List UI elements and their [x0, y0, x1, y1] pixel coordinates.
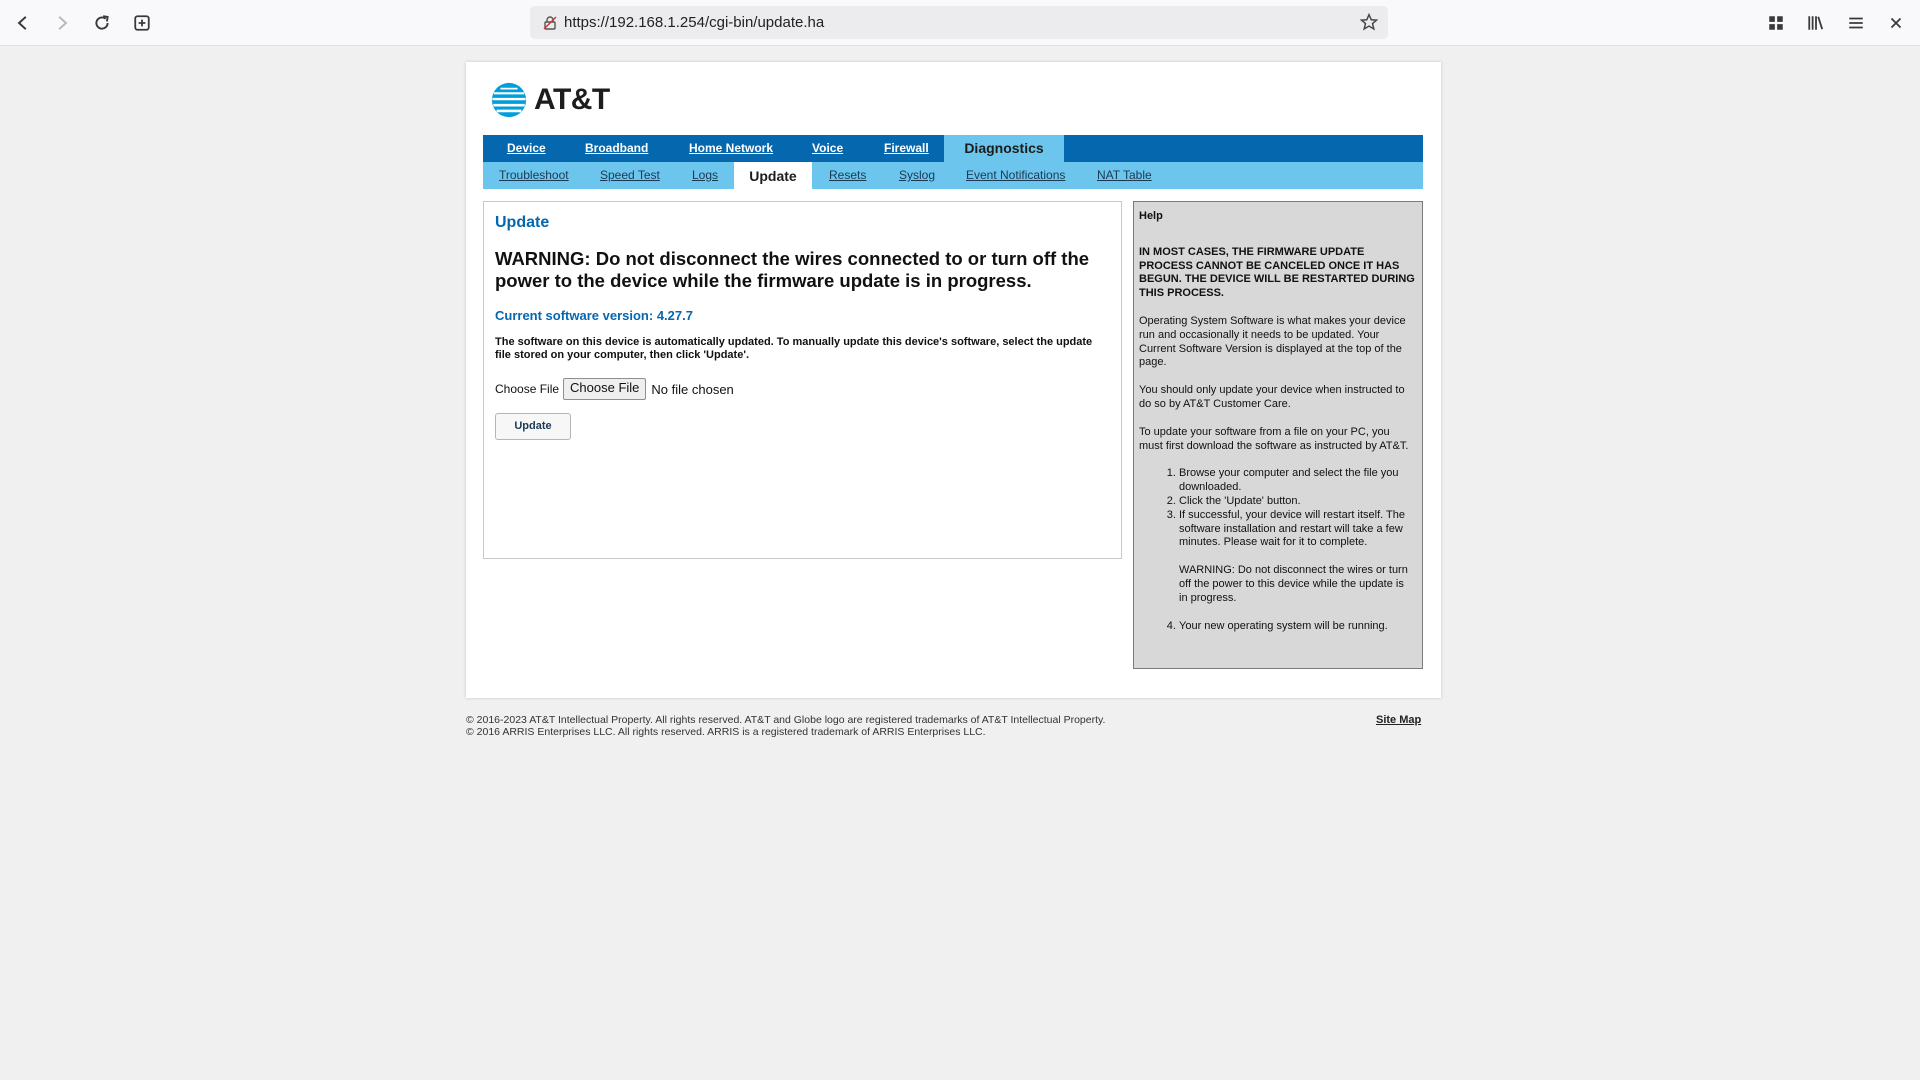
brand-name: AT&T [534, 83, 610, 116]
tab-troubleshoot[interactable]: Troubleshoot [499, 162, 569, 189]
software-version: Current software version: 4.27.7 [495, 308, 693, 323]
tab-event-notifications[interactable]: Event Notifications [966, 162, 1065, 189]
update-button[interactable]: Update [495, 413, 571, 440]
menu-icon[interactable] [1840, 7, 1872, 39]
tab-update[interactable]: Update [734, 162, 812, 191]
nav-diagnostics[interactable]: Diagnostics [944, 135, 1064, 162]
tab-resets[interactable]: Resets [829, 162, 866, 189]
copyright-att: © 2016-2023 AT&T Intellectual Property. … [466, 714, 1106, 726]
page-title: Update [495, 214, 550, 231]
warning-text: WARNING: Do not disconnect the wires con… [495, 248, 1090, 291]
nav-device[interactable]: Device [507, 135, 546, 162]
site-map-link[interactable]: Site Map [1376, 714, 1421, 726]
help-step: Browse your computer and select the file… [1179, 467, 1415, 495]
help-paragraph: Operating System Software is what makes … [1139, 314, 1406, 369]
help-steps: Browse your computer and select the file… [1139, 467, 1415, 633]
choose-file-button[interactable]: Choose File [563, 378, 647, 400]
file-status: No file chosen [651, 381, 734, 397]
url-text[interactable]: https://192.168.1.254/cgi-bin/update.ha [564, 14, 824, 31]
page-card: AT&T Device Broadband Home Network Voice… [466, 62, 1441, 698]
help-step: If successful, your device will restart … [1179, 509, 1415, 606]
help-step: Your new operating system will be runnin… [1179, 620, 1415, 634]
extensions-grid-icon[interactable] [1760, 7, 1792, 39]
tab-speed-test[interactable]: Speed Test [600, 162, 660, 189]
help-caps-warning: IN MOST CASES, THE FIRMWARE UPDATE PROCE… [1139, 245, 1415, 300]
att-globe-icon [491, 82, 527, 118]
help-title: Help [1139, 210, 1163, 222]
nav-firewall[interactable]: Firewall [884, 135, 929, 162]
library-icon[interactable] [1800, 7, 1832, 39]
tab-nat-table[interactable]: NAT Table [1097, 162, 1152, 189]
help-paragraph: You should only update your device when … [1139, 384, 1405, 410]
primary-nav: Device Broadband Home Network Voice Fire… [483, 135, 1423, 162]
nav-home-network[interactable]: Home Network [689, 135, 773, 162]
reload-icon[interactable] [86, 7, 118, 39]
update-panel: Update WARNING: Do not disconnect the wi… [483, 201, 1122, 559]
browser-toolbar: https://192.168.1.254/cgi-bin/update.ha [0, 0, 1920, 46]
update-description: The software on this device is automatic… [495, 336, 1093, 361]
choose-file-label: Choose File [495, 382, 560, 396]
help-panel: Help IN MOST CASES, THE FIRMWARE UPDATE … [1133, 201, 1423, 669]
back-icon[interactable] [7, 7, 39, 39]
insecure-lock-icon[interactable] [542, 15, 558, 31]
nav-voice[interactable]: Voice [812, 135, 843, 162]
address-bar[interactable]: https://192.168.1.254/cgi-bin/update.ha [530, 6, 1388, 39]
nav-broadband[interactable]: Broadband [585, 135, 648, 162]
att-logo[interactable]: AT&T [490, 80, 610, 120]
help-step-text: If successful, your device will restart … [1179, 508, 1405, 549]
secondary-nav: Troubleshoot Speed Test Logs Update Rese… [483, 162, 1423, 191]
copyright-arris: © 2016 ARRIS Enterprises LLC. All rights… [466, 726, 986, 738]
bookmark-star-icon[interactable] [1360, 13, 1378, 31]
footer: © 2016-2023 AT&T Intellectual Property. … [466, 714, 1441, 738]
help-step: Click the 'Update' button. [1179, 495, 1415, 509]
help-paragraph: To update your software from a file on y… [1139, 425, 1409, 452]
tab-syslog[interactable]: Syslog [899, 162, 935, 189]
file-chooser-row: Choose File Choose File No file chosen [495, 378, 734, 400]
new-tab-icon[interactable] [126, 7, 158, 39]
forward-icon[interactable] [46, 7, 78, 39]
close-window-icon[interactable] [1880, 7, 1912, 39]
tab-logs[interactable]: Logs [692, 162, 718, 189]
help-step-warning: WARNING: Do not disconnect the wires or … [1179, 564, 1408, 604]
